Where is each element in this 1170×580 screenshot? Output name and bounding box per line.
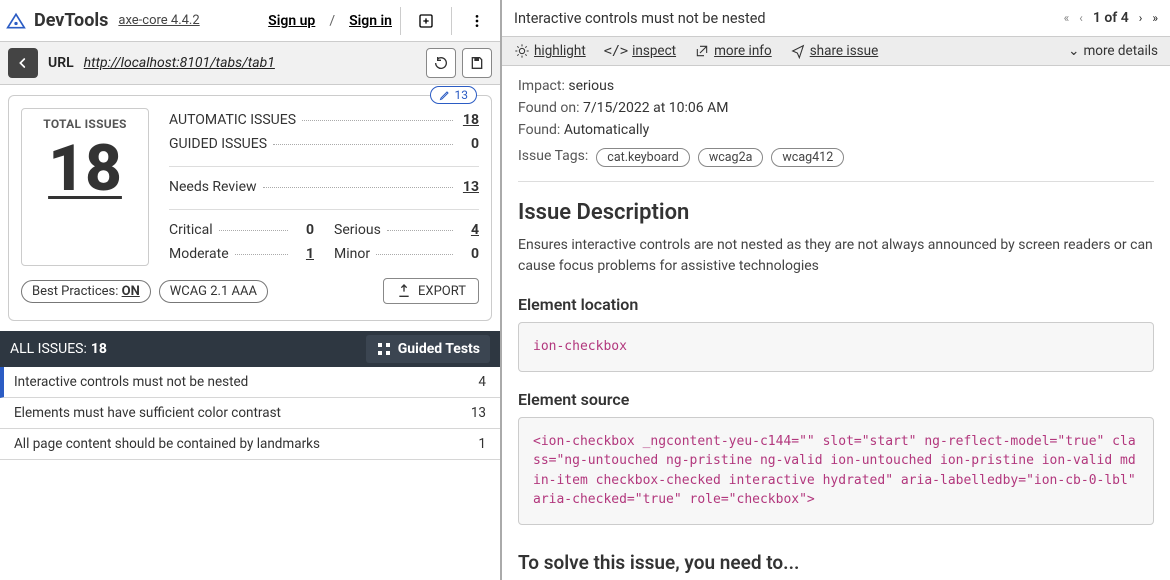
solve-heading: To solve this issue, you need to... [518, 551, 1154, 574]
signup-link[interactable]: Sign up [268, 13, 315, 29]
url-label: URL [48, 55, 74, 71]
issue-count: 1 [478, 436, 486, 452]
highlight-tool[interactable]: highlight [514, 43, 586, 59]
issue-tag[interactable]: wcag412 [771, 148, 844, 167]
total-issues-value: 18 [26, 137, 144, 201]
issue-title: Interactive controls must not be nested [14, 374, 248, 390]
severity-critical[interactable]: Critical0 [169, 218, 314, 242]
detail-body: Impact: serious Found on: 7/15/2022 at 1… [502, 66, 1170, 580]
brand-title: DevTools [34, 10, 108, 31]
auth-separator: / [329, 13, 335, 29]
needs-review-row[interactable]: Needs Review 13 [169, 175, 479, 199]
sun-icon [514, 43, 530, 59]
guided-tests-button[interactable]: Guided Tests [366, 335, 490, 363]
best-practices-toggle[interactable]: Best Practices: ON [21, 280, 151, 303]
axe-logo-icon [6, 12, 26, 30]
more-info-tool[interactable]: more info [694, 43, 772, 59]
element-location-code: ion-checkbox [518, 322, 1154, 372]
severity-minor[interactable]: Minor0 [334, 242, 479, 266]
inspect-tool[interactable]: </> inspect [604, 43, 676, 59]
pill-count: 13 [455, 88, 469, 102]
add-panel-button[interactable] [409, 4, 443, 38]
issue-title: All page content should be contained by … [14, 436, 320, 452]
pager-position: 1 of 4 [1093, 10, 1129, 26]
issue-pager: « ‹ 1 of 4 › » [1064, 10, 1158, 26]
detail-title: Interactive controls must not be nested [514, 10, 766, 27]
issue-row[interactable]: Elements must have sufficient color cont… [0, 398, 500, 429]
issue-count: 13 [471, 405, 486, 421]
issue-row[interactable]: All page content should be contained by … [0, 429, 500, 460]
element-source-code: <ion-checkbox _ngcontent-yeu-c144="" slo… [518, 417, 1154, 525]
issue-count: 4 [478, 374, 486, 390]
needs-review-pill[interactable]: 13 [430, 86, 478, 104]
total-issues-label: TOTAL ISSUES [26, 117, 144, 131]
back-button[interactable] [8, 48, 38, 78]
wcag-chip[interactable]: WCAG 2.1 AAA [159, 280, 268, 303]
axe-version-link[interactable]: axe-core 4.4.2 [118, 13, 199, 28]
more-details-toggle[interactable]: ⌄ more details [1068, 43, 1158, 59]
devtools-header: DevTools axe-core 4.4.2 Sign up / Sign i… [0, 0, 500, 42]
chevron-down-icon: ⌄ [1068, 43, 1079, 59]
pager-next[interactable]: › [1139, 11, 1143, 25]
save-button[interactable] [462, 48, 492, 78]
signin-link[interactable]: Sign in [349, 13, 392, 29]
all-issues-count: 18 [91, 341, 107, 357]
pager-last[interactable]: » [1152, 11, 1158, 25]
issue-tag[interactable]: wcag2a [698, 148, 764, 167]
all-issues-bar: ALL ISSUES: 18 Guided Tests [0, 331, 500, 367]
guided-issues-row[interactable]: GUIDED ISSUES 0 [169, 132, 479, 156]
all-issues-label: ALL ISSUES: [10, 341, 87, 357]
grid-icon [376, 341, 392, 357]
upload-icon [396, 283, 412, 299]
rerun-button[interactable] [426, 48, 456, 78]
pencil-icon [439, 89, 451, 101]
automatic-issues-row[interactable]: AUTOMATIC ISSUES 18 [169, 108, 479, 132]
issue-tag[interactable]: cat.keyboard [596, 148, 690, 167]
external-link-icon [694, 43, 710, 59]
detail-header: Interactive controls must not be nested … [502, 0, 1170, 37]
impact-value: serious [568, 78, 614, 94]
pager-first[interactable]: « [1064, 11, 1070, 25]
pager-prev[interactable]: ‹ [1079, 11, 1083, 25]
kebab-menu-button[interactable] [460, 4, 494, 38]
total-issues-card[interactable]: TOTAL ISSUES 18 [21, 108, 149, 266]
severity-moderate[interactable]: Moderate1 [169, 242, 314, 266]
summary-panel: 13 TOTAL ISSUES 18 AUTOMATIC ISSUES 18 G… [8, 95, 492, 321]
issue-description-heading: Issue Description [518, 200, 1154, 225]
element-source-heading: Element source [518, 390, 1154, 409]
element-location-heading: Element location [518, 295, 1154, 314]
code-icon: </> [604, 43, 628, 59]
issue-description-text: Ensures interactive controls are not nes… [518, 235, 1154, 277]
found-value: Automatically [564, 122, 649, 138]
url-bar: URL http://localhost:8101/tabs/tab1 [0, 42, 500, 85]
url-link[interactable]: http://localhost:8101/tabs/tab1 [84, 55, 275, 71]
issue-row[interactable]: Interactive controls must not be nested … [0, 367, 500, 398]
detail-toolbar: highlight </> inspect more info share is… [502, 37, 1170, 66]
export-button[interactable]: EXPORT [383, 278, 479, 304]
found-on-value: 7/15/2022 at 10:06 AM [583, 100, 728, 116]
issue-title: Elements must have sufficient color cont… [14, 405, 281, 421]
share-issue-tool[interactable]: share issue [790, 43, 879, 59]
severity-serious[interactable]: Serious4 [334, 218, 479, 242]
share-icon [790, 43, 806, 59]
